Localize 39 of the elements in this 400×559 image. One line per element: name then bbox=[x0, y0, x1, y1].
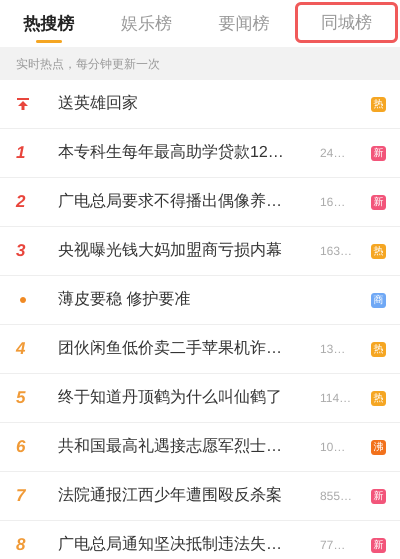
tag-label: 新 bbox=[371, 538, 386, 552]
heat-count: 16… bbox=[320, 194, 346, 211]
heat-count: 114… bbox=[320, 390, 352, 407]
topic-title[interactable]: 本专科生每年最高助学贷款12… bbox=[58, 141, 320, 165]
notice-text: 实时热点，每分钟更新一次 bbox=[16, 56, 160, 72]
topic-title[interactable]: 团伙闲鱼低价卖二手苹果机诈… bbox=[58, 337, 320, 361]
pin-top-icon bbox=[16, 97, 30, 111]
topic-title[interactable]: 薄皮要稳 修护要准 bbox=[58, 288, 320, 312]
tag-label: 新 bbox=[371, 488, 386, 504]
topic-title[interactable]: 央视曝光钱大妈加盟商亏损内幕 bbox=[58, 239, 320, 263]
rank-number: 5 bbox=[16, 387, 26, 410]
heat-count: 10… bbox=[320, 439, 346, 456]
tag-label: 商 bbox=[371, 292, 386, 308]
rank-number: 7 bbox=[16, 485, 26, 508]
tag-label: 热 bbox=[371, 96, 386, 112]
topic-title[interactable]: 法院通报江西少年遭围殴反杀案 bbox=[58, 484, 320, 508]
topic-title[interactable]: 终于知道丹顶鹤为什么叫仙鹤了 bbox=[58, 386, 320, 410]
rank-number: 1 bbox=[16, 142, 26, 164]
heat-count: 24… bbox=[320, 145, 346, 162]
topic-title[interactable]: 广电总局要求不得播出偶像养… bbox=[58, 190, 320, 214]
tag-label: 热 bbox=[371, 342, 386, 356]
tag-label: 热 bbox=[371, 244, 386, 258]
tag-label: 新 bbox=[371, 146, 386, 160]
heat-count: 77… bbox=[320, 537, 346, 554]
rank-number: 4 bbox=[16, 338, 26, 360]
topic-title[interactable]: 共和国最高礼遇接志愿军烈士… bbox=[58, 435, 320, 459]
topic-title[interactable]: 广电总局通知坚决抵制违法失… bbox=[58, 533, 320, 557]
heat-count: 163… bbox=[320, 243, 354, 260]
rank-number: 3 bbox=[16, 240, 26, 262]
rank-number: 2 bbox=[16, 191, 26, 214]
tag-label: 新 bbox=[371, 194, 386, 210]
tag-label: 沸 bbox=[371, 440, 386, 454]
heat-count: 13… bbox=[320, 341, 346, 358]
rank-number: 8 bbox=[16, 534, 26, 556]
tag-label: 热 bbox=[371, 390, 386, 406]
tab[interactable]: 热搜榜 bbox=[0, 0, 98, 47]
heat-count: 855… bbox=[320, 488, 354, 505]
topic-title[interactable]: 送英雄回家 bbox=[58, 92, 320, 116]
rank-number: 6 bbox=[16, 436, 26, 458]
